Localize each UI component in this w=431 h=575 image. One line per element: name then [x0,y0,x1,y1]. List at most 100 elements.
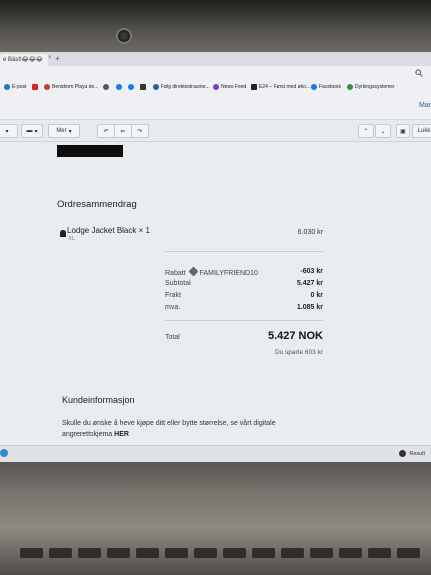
reply-all-icon: ⇐ [120,128,126,135]
chevron-down-icon: ▾ [34,128,38,135]
site-icon [140,84,146,90]
form-link[interactable]: HER [114,431,129,438]
keyboard-key [223,548,246,558]
subtotal-label: Subtotal [165,280,191,287]
redacted-block [57,145,123,157]
tag-icon [188,266,199,277]
keyboard-key [49,548,72,558]
status-bar: Result [0,445,431,462]
customer-info-text: Skulle du ønske å heve kjøpe ditt eller … [62,420,276,438]
customer-info-heading: Kundeinformasjon [62,395,135,405]
notification-icon [399,450,407,457]
mail-icon [4,84,10,90]
bookmark-email[interactable]: E-post [4,84,26,90]
folder-button[interactable]: ▬ ▾ [21,124,43,138]
site-icon [213,84,219,90]
bookmark-facebook-2[interactable] [128,84,134,90]
toolbar-dropdown-button[interactable]: ▾ [0,124,18,138]
site-icon [347,84,353,90]
keyboard-key [194,548,217,558]
keyboard-key [78,548,101,558]
close-mail-button[interactable]: Lukk [412,124,431,138]
keyboard-key [20,548,43,558]
total-label: Total [165,334,180,341]
webcam [116,28,132,44]
discount-value: -603 kr [300,268,323,275]
total-value: 5.427 NOK [267,330,323,342]
status-right[interactable]: Result [399,450,425,457]
forward-icon: ↷ [137,128,143,135]
next-button[interactable]: ⌄ [375,124,391,138]
bookmark-news-feed[interactable]: News Feed [213,84,246,90]
keyboard-key [339,548,362,558]
youtube-icon [32,84,38,90]
reply-all-button[interactable]: ⇐ [114,124,132,138]
browser-tab[interactable]: e Bäst!😂😂😂 [0,54,48,66]
divider [165,320,323,321]
app-header: Mar [0,94,431,120]
bookmarks-bar: E-post Benidorm Playa de... Følg direkte… [0,82,431,94]
keyboard-key [252,548,275,558]
site-icon [153,84,159,90]
folder-icon: ▬ [26,128,33,134]
facebook-icon [116,84,122,90]
keyboard-key [281,548,304,558]
bookmark-direktestraume[interactable]: Følg direktestraume... [153,84,210,90]
tab-close-icon[interactable]: × [48,55,52,61]
laptop-bezel-top [0,0,431,52]
email-body: Ordresammendrag Lodge Jacket Black × 1 X… [0,142,431,445]
browser-tab-bar: e Bäst!😂😂😂 × + [0,52,431,66]
chevron-down-icon: ▾ [5,128,9,135]
reply-icon: ↶ [103,128,109,135]
tab-title: e Bäst!😂😂😂 [3,57,43,63]
order-summary-heading: Ordresammendrag [57,199,137,210]
bookmark-e24[interactable]: E24 – Først med øko... [251,84,310,90]
chevron-down-icon: ▾ [68,128,72,135]
vat-label: mva. [165,304,181,311]
bookmark-youtube[interactable] [32,84,38,90]
keyboard-key [397,548,420,558]
product-name: Lodge Jacket Black × 1 [67,226,150,235]
mail-toolbar: ▾ ▬ ▾ Mer ▾ ↶ ⇐ ↷ ⌃ ⌄ ▣ Lukk [0,120,431,142]
keyboard-key [368,548,391,558]
facebook-icon [128,84,134,90]
keyboard-keys [20,548,420,562]
window-button[interactable]: ▣ [396,124,410,138]
product-icon [60,230,66,239]
previous-button[interactable]: ⌃ [358,124,374,138]
bookmark-site[interactable] [140,84,146,90]
product-price: 6.030 kr [297,229,323,236]
subtotal-value: 5.427 kr [296,280,323,287]
new-tab-icon[interactable]: + [55,54,60,63]
saved-amount: Du sparte 603 kr [274,349,323,356]
site-icon [44,84,50,90]
keyboard-key [136,548,159,558]
forward-button[interactable]: ↷ [131,124,149,138]
discount-row: Rabatt FAMILYFRIEND10 [165,266,258,277]
window-icon: ▣ [400,128,406,135]
reply-button[interactable]: ↶ [97,124,115,138]
chevron-up-icon: ⌃ [363,128,369,135]
bookmark-facebook-1[interactable] [116,84,122,90]
more-button[interactable]: Mer ▾ [48,124,80,138]
search-icon[interactable] [415,69,423,79]
bookmark-dyrkingssystemer[interactable]: Dyrkingssystemer [347,84,395,90]
discount-code: FAMILYFRIEND10 [199,270,258,277]
shipping-value: 0 kr [310,292,323,299]
address-bar[interactable] [0,66,431,82]
bookmark-facebook[interactable]: Facebook [311,84,341,90]
keyboard-key [310,548,333,558]
laptop-screen: e Bäst!😂😂😂 × + E-post Benidorm Playa de.… [0,52,431,462]
keyboard-key [107,548,130,558]
user-name[interactable]: Mar [419,102,431,109]
discount-label: Rabatt [165,270,186,277]
site-icon [251,84,257,90]
facebook-icon [311,84,317,90]
settings-icon [103,84,109,90]
divider [165,251,323,252]
bookmark-benidorm[interactable]: Benidorm Playa de... [44,84,98,90]
vat-value: 1.085 kr [296,304,323,311]
shipping-label: Frakt [165,292,181,299]
keyboard-key [165,548,188,558]
bookmark-settings[interactable] [103,84,109,90]
